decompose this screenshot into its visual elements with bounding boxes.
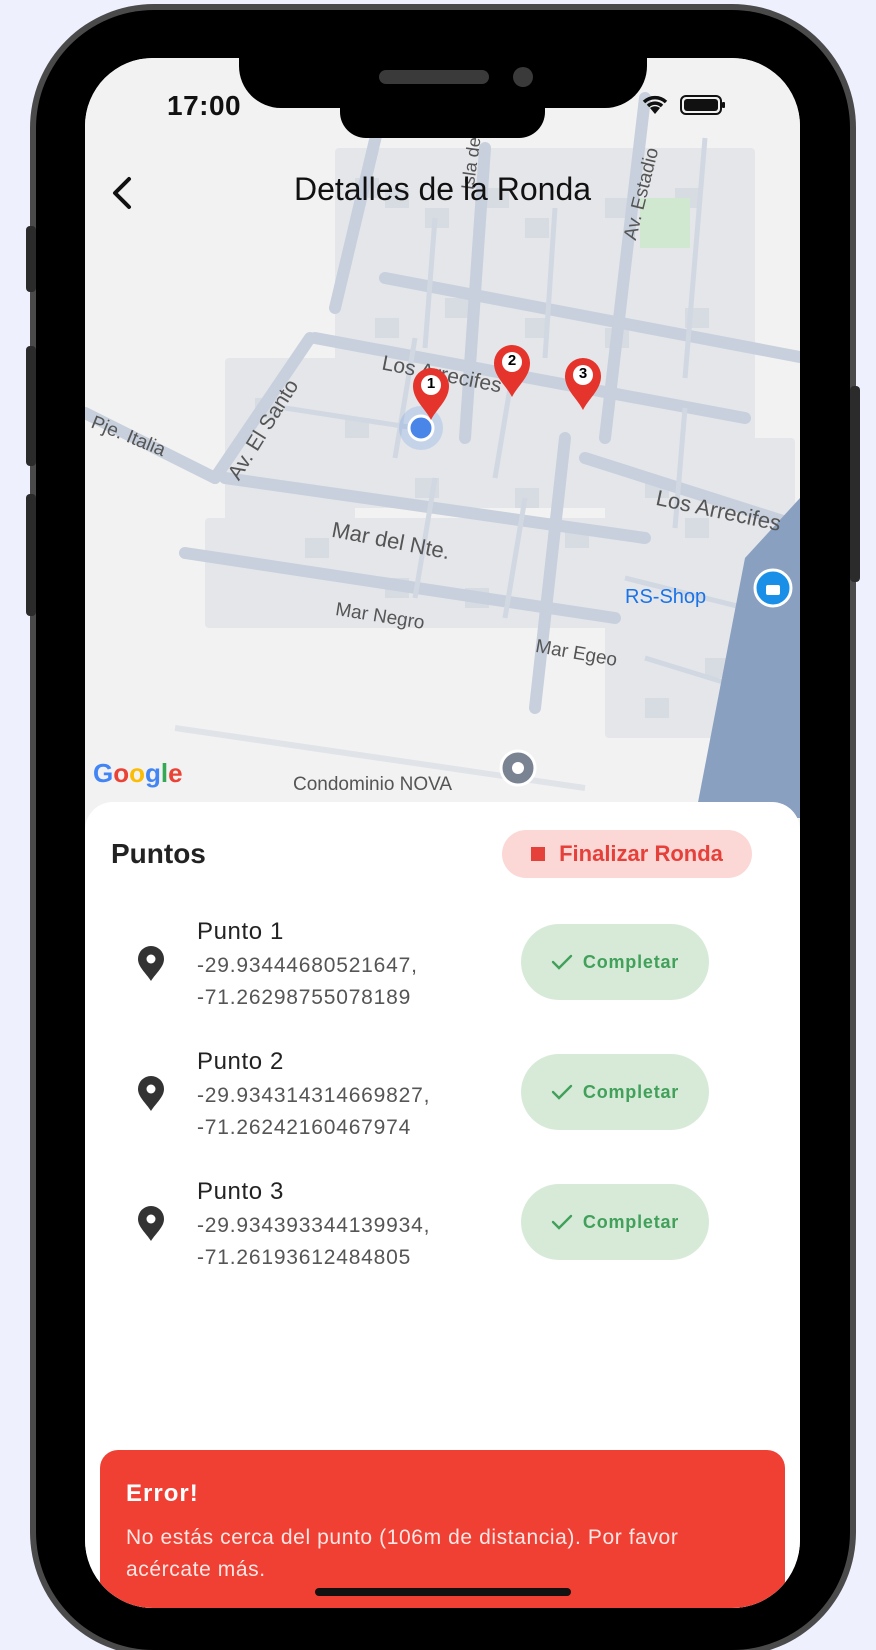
point-latitude: -29.934393344139934, [197, 1214, 431, 1237]
point-item-2: Punto 2 -29.934314314669827, -71.2624216… [85, 1048, 800, 1168]
marker-label: 2 [507, 352, 517, 369]
complete-label: Completar [582, 1081, 680, 1102]
complete-point-2-button[interactable]: Completar [521, 1054, 709, 1130]
marker-label: 3 [578, 365, 588, 382]
point-name: Punto 1 [197, 918, 284, 945]
check-icon [551, 1214, 573, 1230]
marker-label: 1 [426, 375, 436, 392]
point-longitude: -71.26242160467974 [197, 1116, 412, 1139]
error-message: No estás cerca del punto (106m de distan… [126, 1526, 679, 1581]
page-title: Detalles de la Ronda [293, 171, 592, 207]
volume-up-button [26, 346, 36, 466]
complete-label: Completar [582, 951, 680, 972]
check-icon [551, 1084, 573, 1100]
point-latitude: -29.93444680521647, [197, 954, 418, 977]
location-pin-icon [138, 1206, 164, 1241]
status-time: 17:00 [167, 90, 242, 121]
complete-point-1-button[interactable]: Completar [521, 924, 709, 1000]
error-title: Error! [126, 1480, 199, 1507]
point-longitude: -71.26193612484805 [197, 1246, 412, 1269]
battery-icon [680, 95, 725, 115]
volume-down-button [26, 494, 36, 616]
google-logo: Google [93, 758, 183, 788]
map-label-rs-shop: RS-Shop [625, 586, 707, 608]
stop-icon [531, 847, 546, 861]
point-longitude: -71.26298755078189 [197, 986, 412, 1009]
check-icon [551, 954, 573, 970]
power-button [850, 386, 860, 582]
location-pin-icon [138, 946, 164, 981]
location-pin-icon [138, 1076, 164, 1111]
point-name: Punto 2 [197, 1048, 284, 1075]
complete-label: Completar [582, 1211, 680, 1232]
mute-switch [26, 226, 36, 292]
map-marker-2[interactable]: 2 [492, 343, 532, 399]
app-screen: 1 2 3 Los Arrecifes Los Arrecifes Av. El… [85, 58, 800, 1608]
finish-round-button[interactable]: Finalizar Ronda [502, 830, 752, 878]
dynamic-island [340, 98, 545, 138]
status-icons [640, 94, 726, 116]
finish-round-label: Finalizar Ronda [559, 841, 723, 866]
point-latitude: -29.934314314669827, [197, 1084, 431, 1107]
sheet-title: Puntos [111, 838, 206, 869]
map-marker-1[interactable]: 1 [411, 366, 451, 422]
complete-point-3-button[interactable]: Completar [521, 1184, 709, 1260]
point-item-3: Punto 3 -29.934393344139934, -71.2619361… [85, 1178, 800, 1298]
wifi-icon [642, 95, 668, 114]
home-indicator[interactable] [315, 1588, 571, 1596]
error-snackbar[interactable]: Error! No estás cerca del punto (106m de… [100, 1450, 785, 1608]
point-item-1: Punto 1 -29.93444680521647, -71.26298755… [85, 918, 800, 1038]
map-marker-3[interactable]: 3 [563, 356, 603, 412]
app-header: Detalles de la Ronda [85, 163, 800, 233]
map-label-condominio: Condominio NOVA [293, 774, 453, 795]
point-name: Punto 3 [197, 1178, 284, 1205]
